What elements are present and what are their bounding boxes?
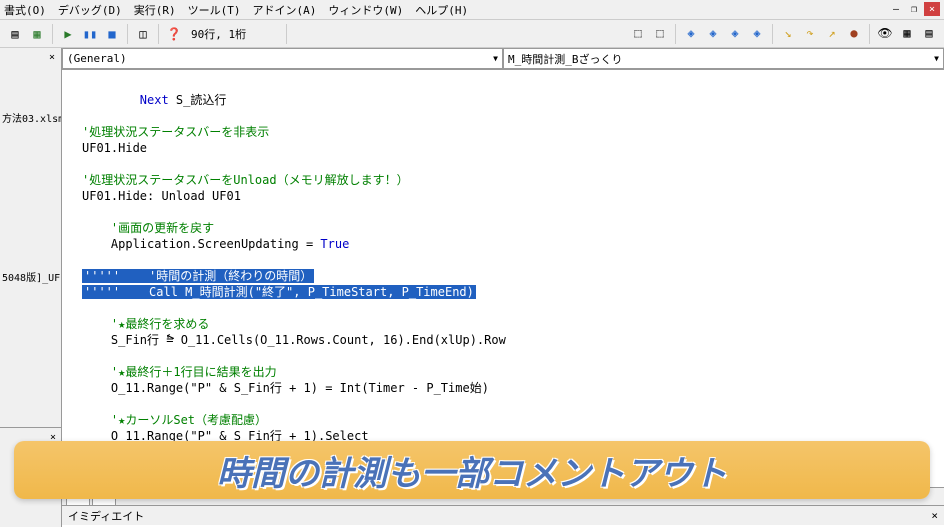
toolbar-separator <box>158 24 159 44</box>
clear-bookmark-icon[interactable]: ◈ <box>748 24 766 42</box>
help-icon[interactable]: ❓ <box>165 25 183 43</box>
code-selection: ''''' '時間の計測（終わりの時間） <box>82 269 314 283</box>
code-comment: '★カーソルSet（考慮配慮） <box>111 413 267 427</box>
toolbar-separator <box>772 24 773 44</box>
outdent-icon[interactable]: ⬚ <box>651 24 669 42</box>
menu-tools[interactable]: ツール(T) <box>188 2 241 18</box>
run-icon[interactable]: ▶ <box>59 25 77 43</box>
object-combo[interactable]: (General) ▼ <box>62 48 503 69</box>
next-bookmark-icon[interactable]: ◈ <box>704 24 722 42</box>
project-item[interactable]: 方法03.xlsm <box>2 108 59 127</box>
excel-icon[interactable]: ▦ <box>28 25 46 43</box>
toolbar: ▤ ▦ ▶ ▮▮ ■ ◫ ❓ 90行, 1桁 ⬚ ⬚ ◈ ◈ ◈ ◈ ↘ ↷ ↗… <box>0 20 944 48</box>
immediate-header: イミディエイト × <box>62 505 944 525</box>
menu-bar: 書式(O) デバッグ(D) 実行(R) ツール(T) アドイン(A) ウィンドウ… <box>0 0 944 20</box>
menu-debug[interactable]: デバッグ(D) <box>58 2 122 18</box>
close-button[interactable]: × <box>924 2 940 16</box>
menu-help[interactable]: ヘルプ(H) <box>415 2 468 18</box>
toolbar-separator <box>286 24 287 44</box>
immediate-title: イミディエイト <box>68 508 144 524</box>
toolbar-separator <box>52 24 53 44</box>
code-comment: '処理状況ステータスバーを非表示 <box>82 125 269 139</box>
code-keyword: True <box>320 237 349 251</box>
step-over-icon[interactable]: ↷ <box>801 24 819 42</box>
code-editor[interactable]: Next S_読込行 '処理状況ステータスバーを非表示 UF01.Hide '処… <box>62 70 944 487</box>
watch-icon[interactable]: 👁 <box>876 24 894 42</box>
toolbar-right: ⬚ ⬚ ◈ ◈ ◈ ◈ ↘ ↷ ↗ ● 👁 ▦ ▤ <box>627 24 940 44</box>
stop-icon[interactable]: ■ <box>103 25 121 43</box>
code-comment: '★最終行を求める <box>111 317 209 331</box>
chevron-down-icon: ▼ <box>493 54 498 63</box>
step-into-icon[interactable]: ↘ <box>779 24 797 42</box>
toolbar-separator <box>675 24 676 44</box>
menu-run[interactable]: 実行(R) <box>134 2 176 18</box>
bookmark-icon[interactable]: ◈ <box>682 24 700 42</box>
step-out-icon[interactable]: ↗ <box>823 24 841 42</box>
locals-icon[interactable]: ▦ <box>898 24 916 42</box>
code-keyword: Next <box>140 93 169 107</box>
code-text: S_読込行 <box>169 93 227 107</box>
toolbar-separator <box>869 24 870 44</box>
minimize-button[interactable]: – <box>888 2 904 16</box>
pause-icon[interactable]: ▮▮ <box>81 25 99 43</box>
chevron-down-icon: ▼ <box>934 54 939 63</box>
project-tree[interactable]: 方法03.xlsm 5048版]_UF <box>0 48 61 290</box>
code-text: Application.ScreenUpdating = <box>111 237 321 251</box>
code-comment: '処理状況ステータスバーをUnload（メモリ解放します！） <box>82 173 409 187</box>
design-icon[interactable]: ◫ <box>134 25 152 43</box>
caret-position: 90行, 1桁 <box>191 26 246 42</box>
code-text: UF01.Hide <box>82 141 147 155</box>
code-comment: '画面の更新を戻す <box>111 221 214 235</box>
code-selection: ''''' Call M_時間計測("終了", P_TimeStart, P_T… <box>82 285 476 299</box>
combo-row: (General) ▼ M_時間計測_Bざっくり ▼ <box>62 48 944 70</box>
caption-banner: 時間の計測も一部コメントアウト <box>14 441 930 499</box>
code-comment: '★最終行＋1行目に結果を出力 <box>111 365 277 379</box>
breakpoint-icon[interactable]: ● <box>845 24 863 42</box>
caption-text: 時間の計測も一部コメントアウト <box>217 446 727 495</box>
view-icon[interactable]: ▤ <box>6 25 24 43</box>
prev-bookmark-icon[interactable]: ◈ <box>726 24 744 42</box>
procedure-combo[interactable]: M_時間計測_Bざっくり ▼ <box>503 48 944 69</box>
indent-icon[interactable]: ⬚ <box>629 24 647 42</box>
immediate-icon[interactable]: ▤ <box>920 24 938 42</box>
menu-addins[interactable]: アドイン(A) <box>253 2 317 18</box>
window-controls: – ❐ × <box>888 2 940 16</box>
toolbar-separator <box>127 24 128 44</box>
code-text: O_11.Range("P" & S_Fin行 + 1) = Int(Timer… <box>111 381 489 395</box>
code-text: UF01.Hide: Unload UF01 <box>82 189 241 203</box>
project-item[interactable]: 5048版]_UF <box>2 267 59 286</box>
restore-button[interactable]: ❐ <box>906 2 922 16</box>
pane-close-icon[interactable]: × <box>931 509 938 522</box>
menu-format[interactable]: 書式(O) <box>4 2 46 18</box>
object-combo-value: (General) <box>67 52 127 65</box>
pane-close-icon[interactable]: × <box>45 50 59 64</box>
procedure-combo-value: M_時間計測_Bざっくり <box>508 51 623 67</box>
menu-window[interactable]: ウィンドウ(W) <box>328 2 403 18</box>
